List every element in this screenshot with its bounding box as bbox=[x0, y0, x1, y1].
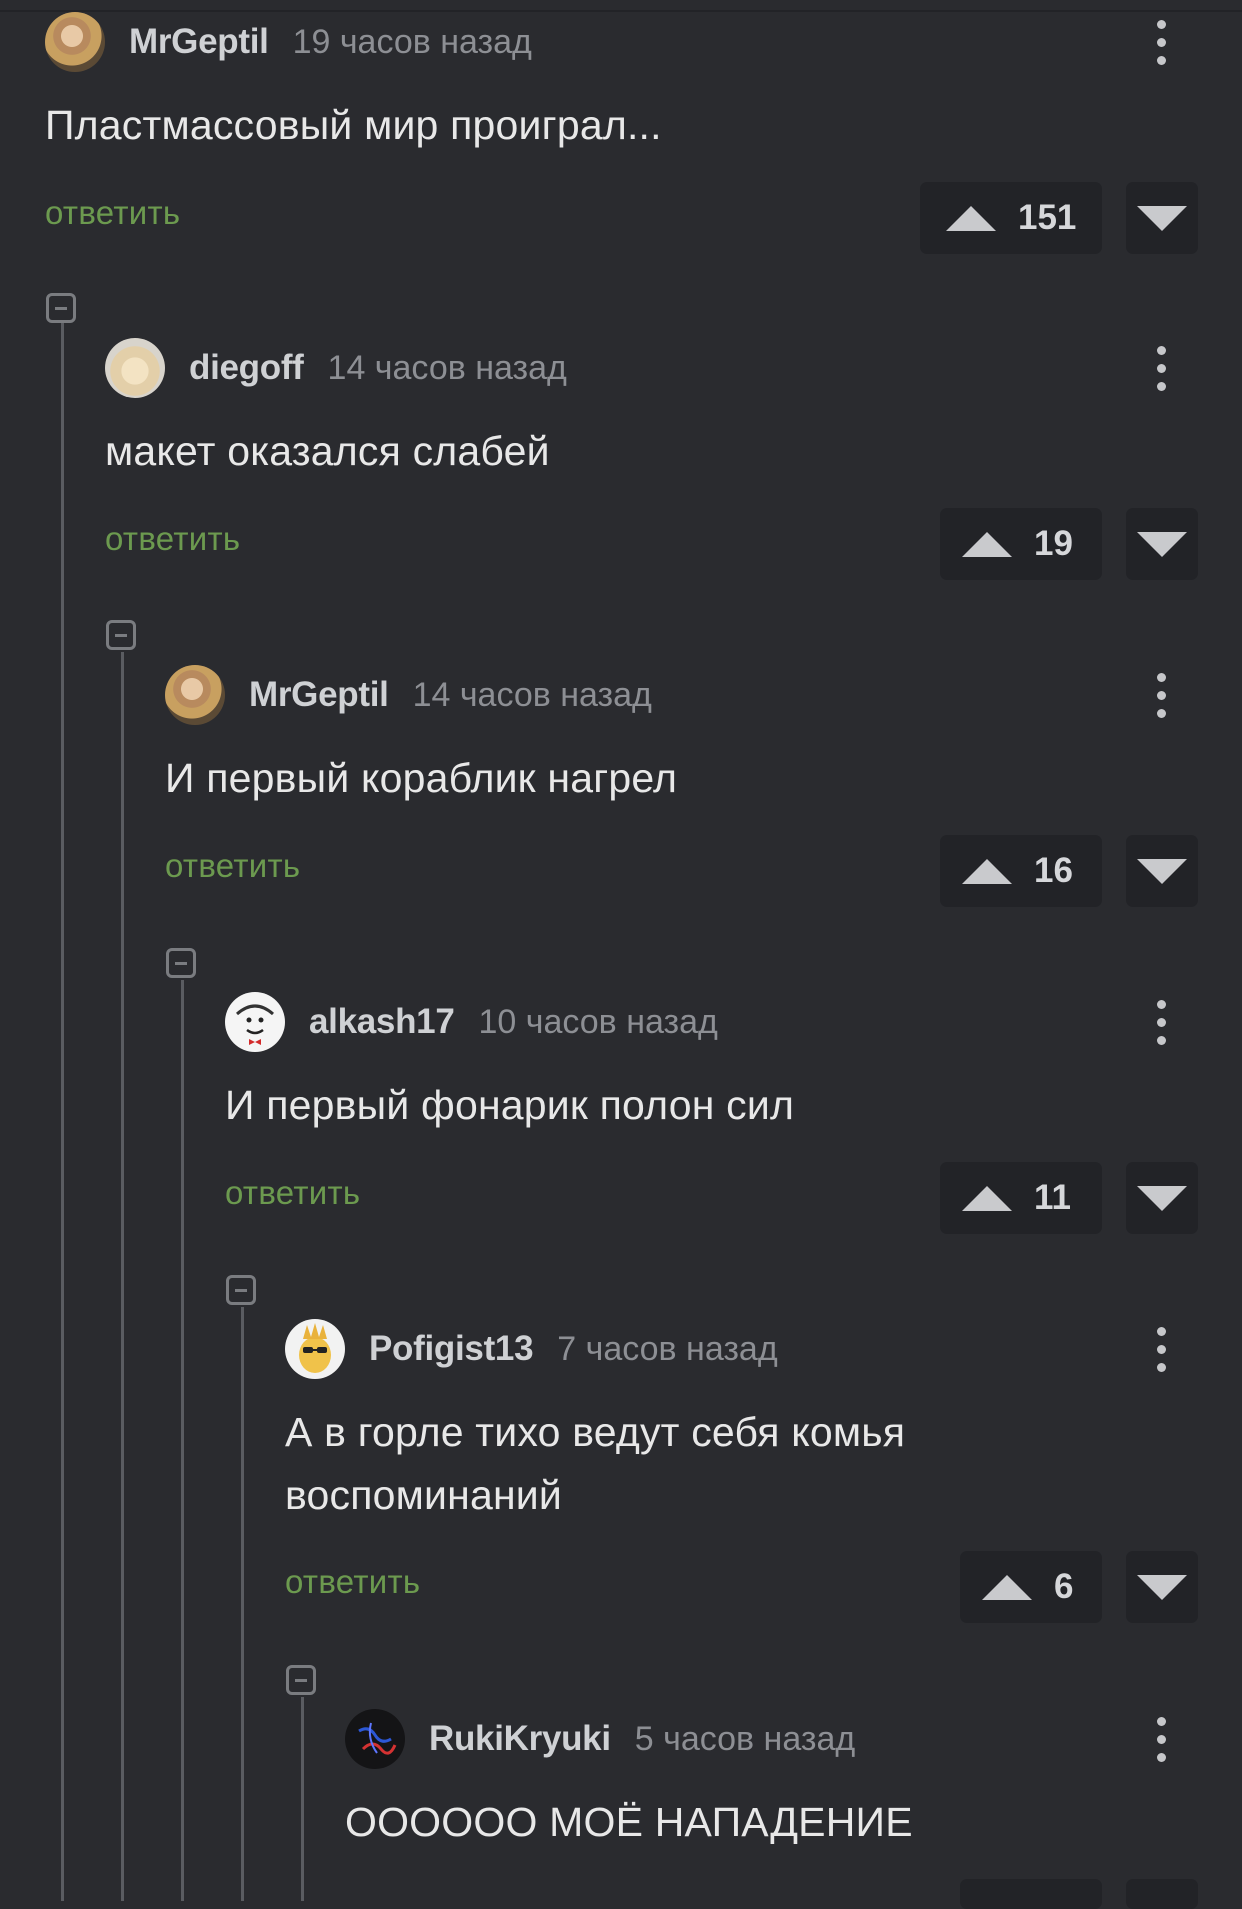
thread-line-level-2[interactable] bbox=[121, 652, 124, 1901]
reply-link[interactable]: ответить bbox=[165, 847, 300, 885]
upvote-button[interactable]: 151 bbox=[920, 182, 1102, 254]
user-avatar[interactable] bbox=[345, 1709, 405, 1769]
thread-line-level-1[interactable] bbox=[61, 323, 64, 1901]
thread-line-level-3[interactable] bbox=[181, 980, 184, 1901]
user-avatar[interactable] bbox=[45, 12, 105, 72]
collapse-toggle-4[interactable] bbox=[226, 1275, 256, 1305]
downvote-arrow-icon bbox=[1137, 1185, 1187, 1211]
comment-text: Пластмассовый мир проиграл... bbox=[45, 102, 662, 148]
user-avatar[interactable] bbox=[105, 338, 165, 398]
downvote-button[interactable] bbox=[1126, 1162, 1198, 1234]
downvote-arrow-icon bbox=[1137, 1574, 1187, 1600]
upvote-arrow-icon bbox=[962, 1185, 1012, 1211]
comment-time: 10 часов назад bbox=[478, 1002, 718, 1041]
reply-link[interactable]: ответить bbox=[105, 520, 240, 558]
comment-time: 7 часов назад bbox=[557, 1329, 778, 1368]
comment-author[interactable]: diegoff bbox=[189, 348, 304, 388]
upvote-arrow-icon bbox=[982, 1574, 1032, 1600]
upvote-arrow-icon bbox=[946, 205, 996, 231]
upvote-button-partial[interactable] bbox=[960, 1879, 1102, 1909]
vote-count: 19 bbox=[1034, 524, 1073, 563]
upvote-arrow-icon bbox=[962, 531, 1012, 557]
downvote-arrow-icon bbox=[1137, 205, 1187, 231]
more-options-icon[interactable] bbox=[1146, 1707, 1176, 1771]
collapse-toggle-2[interactable] bbox=[106, 620, 136, 650]
reply-link[interactable]: ответить bbox=[285, 1563, 420, 1601]
downvote-button[interactable] bbox=[1126, 508, 1198, 580]
upvote-button[interactable]: 19 bbox=[940, 508, 1102, 580]
more-options-icon[interactable] bbox=[1146, 1317, 1176, 1381]
comment-text: И первый кораблик нагрел bbox=[165, 755, 678, 801]
comment-time: 14 часов назад bbox=[412, 675, 652, 714]
vote-count: 6 bbox=[1054, 1567, 1074, 1606]
comment-author[interactable]: Pofigist13 bbox=[369, 1329, 534, 1369]
downvote-arrow-icon bbox=[1137, 531, 1187, 557]
more-options-icon[interactable] bbox=[1146, 336, 1176, 400]
comment-time: 19 часов назад bbox=[292, 22, 532, 61]
avatar-character-icon bbox=[299, 1323, 331, 1373]
reply-link[interactable]: ответить bbox=[45, 194, 180, 232]
thread-line-level-4[interactable] bbox=[241, 1307, 244, 1901]
user-avatar[interactable] bbox=[285, 1319, 345, 1379]
more-options-icon[interactable] bbox=[1146, 990, 1176, 1054]
user-avatar[interactable] bbox=[165, 665, 225, 725]
comment-text: ОООООО МОЁ НАПАДЕНИЕ bbox=[345, 1799, 913, 1845]
comment-time: 5 часов назад bbox=[634, 1719, 856, 1758]
comment-author[interactable]: MrGeptil bbox=[249, 675, 389, 715]
comment-author[interactable]: MrGeptil bbox=[129, 22, 269, 62]
user-avatar[interactable] bbox=[225, 992, 285, 1052]
avatar-face-icon bbox=[236, 1004, 274, 1045]
comment-text: И первый фонарик полон сил bbox=[225, 1082, 795, 1128]
comment-author[interactable]: alkash17 bbox=[309, 1002, 455, 1042]
thread-line-level-5[interactable] bbox=[301, 1697, 304, 1901]
downvote-button[interactable] bbox=[1126, 835, 1198, 907]
downvote-button[interactable] bbox=[1126, 1551, 1198, 1623]
upvote-button[interactable]: 16 bbox=[940, 835, 1102, 907]
downvote-arrow-icon bbox=[1137, 858, 1187, 884]
vote-count: 151 bbox=[1018, 198, 1077, 237]
upvote-arrow-icon bbox=[962, 858, 1012, 884]
vote-count: 16 bbox=[1034, 851, 1073, 890]
collapse-toggle-5[interactable] bbox=[286, 1665, 316, 1695]
avatar-abstract-icon bbox=[358, 1722, 397, 1755]
upvote-button[interactable]: 6 bbox=[960, 1551, 1102, 1623]
downvote-button[interactable] bbox=[1126, 182, 1198, 254]
more-options-icon[interactable] bbox=[1146, 10, 1176, 74]
comment-time: 14 часов назад bbox=[327, 348, 567, 387]
comment-text-line-1: А в горле тихо ведут себя комья bbox=[285, 1409, 906, 1455]
collapse-toggle-1[interactable] bbox=[46, 293, 76, 323]
reply-link[interactable]: ответить bbox=[225, 1174, 360, 1212]
comment-author[interactable]: RukiKryuki bbox=[429, 1719, 611, 1759]
more-options-icon[interactable] bbox=[1146, 663, 1176, 727]
upvote-button[interactable]: 11 bbox=[940, 1162, 1102, 1234]
collapse-toggle-3[interactable] bbox=[166, 948, 196, 978]
comment-text-line-2: воспоминаний bbox=[285, 1472, 563, 1518]
vote-count: 11 bbox=[1034, 1178, 1071, 1217]
comment-text: макет оказался слабей bbox=[105, 428, 550, 474]
downvote-button-partial[interactable] bbox=[1126, 1879, 1198, 1909]
